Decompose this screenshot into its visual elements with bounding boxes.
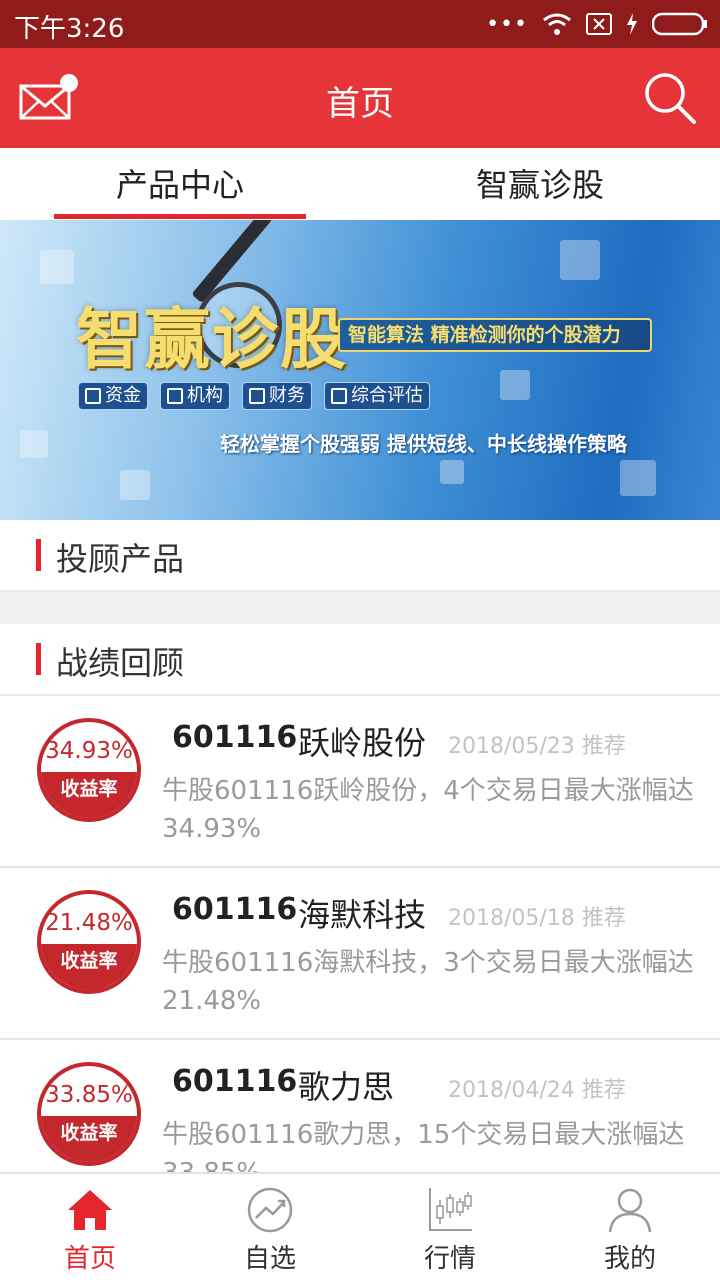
- yield-label: 收益率: [41, 944, 137, 990]
- building-icon: [167, 388, 183, 404]
- record-description: 牛股601116跃岭股份，4个交易日最大涨幅达34.93%: [162, 776, 694, 844]
- money-icon: [85, 388, 101, 404]
- chart-icon: [249, 388, 265, 404]
- segment-tabs: 产品中心 智赢诊股: [0, 148, 720, 220]
- recommend-meta: 2018/04/24 推荐: [448, 1072, 626, 1104]
- candlestick-icon: [429, 1188, 472, 1231]
- status-bar: 下午3:26 •••: [0, 0, 720, 48]
- banner-deco: [440, 460, 464, 484]
- banner-tag: 机构: [160, 382, 230, 410]
- charging-icon: [627, 13, 637, 35]
- section-accent-bar: [36, 643, 41, 675]
- section-title: 战绩回顾: [56, 644, 185, 682]
- banner-deco: [560, 240, 600, 280]
- section-gap: [0, 592, 720, 624]
- yield-badge: 21.48% 收益率: [37, 890, 141, 994]
- banner-tag: 综合评估: [324, 382, 430, 410]
- status-icons: •••: [486, 10, 708, 38]
- recommend-tag: 推荐: [581, 1078, 626, 1103]
- yield-badge: 33.85% 收益率: [37, 1062, 141, 1166]
- banner-tag: 资金: [78, 382, 148, 410]
- yield-label: 收益率: [41, 772, 137, 818]
- stock-code: 601116: [172, 720, 298, 755]
- recommend-date: 2018/04/24: [448, 1078, 575, 1103]
- search-button[interactable]: [642, 70, 698, 126]
- yield-badge: 34.93% 收益率: [37, 718, 141, 822]
- page-title: 首页: [326, 84, 394, 124]
- banner-slogan: 智能算法 精准检测你的个股潜力: [338, 318, 652, 352]
- home-icon: [68, 1190, 112, 1230]
- record-description: 牛股601116海默科技，3个交易日最大涨幅达21.48%: [162, 948, 694, 1016]
- banner-deco: [20, 430, 48, 458]
- sim-off-icon: [586, 13, 612, 35]
- section-header-review: 战绩回顾: [0, 624, 720, 694]
- tab-smart-diagnosis[interactable]: 智赢诊股: [360, 148, 720, 220]
- recommend-date: 2018/05/23: [448, 734, 575, 759]
- yield-rate: 21.48%: [45, 910, 133, 936]
- tab-product-center[interactable]: 产品中心: [0, 148, 360, 220]
- stock-code: 601116: [172, 1064, 298, 1099]
- list-item[interactable]: 21.48% 收益率 601116 海默科技 2018/05/18 推荐 牛股6…: [0, 868, 720, 1040]
- banner-deco: [620, 460, 656, 496]
- nav-label: 自选: [243, 1244, 296, 1274]
- stock-name: 歌力思: [298, 1068, 395, 1106]
- nav-item-home[interactable]: 首页: [0, 1174, 180, 1280]
- banner-tag-label: 财务: [269, 385, 305, 406]
- section-header-advisor: 投顾产品: [0, 520, 720, 590]
- wifi-icon: [543, 13, 571, 35]
- banner-description: 轻松掌握个股强弱 提供短线、中长线操作策略: [220, 432, 627, 456]
- nav-label: 行情: [423, 1244, 476, 1274]
- wave-icon: [331, 388, 347, 404]
- status-time: 下午3:26: [14, 14, 125, 44]
- promo-banner[interactable]: 智赢诊股 智能算法 精准检测你的个股潜力 资金 机构 财务 综合评估 轻松掌握个…: [0, 220, 720, 520]
- stock-name: 跃岭股份: [298, 724, 427, 762]
- list-item[interactable]: 34.93% 收益率 601116 跃岭股份 2018/05/23 推荐 牛股6…: [0, 696, 720, 868]
- nav-item-market[interactable]: 行情: [360, 1174, 540, 1280]
- section-title: 投顾产品: [56, 540, 185, 578]
- banner-tags: 资金 机构 财务 综合评估: [78, 382, 430, 410]
- more-dots-icon: •••: [486, 11, 528, 37]
- stock-code: 601116: [172, 892, 298, 927]
- recommend-tag: 推荐: [581, 906, 626, 931]
- banner-tag-label: 资金: [105, 385, 141, 406]
- banner-title: 智赢诊股: [76, 301, 348, 378]
- banner-deco: [40, 250, 74, 284]
- nav-label: 我的: [603, 1244, 656, 1274]
- banner-tag: 财务: [242, 382, 312, 410]
- recommend-meta: 2018/05/18 推荐: [448, 900, 626, 932]
- search-icon: [645, 73, 696, 124]
- banner-tag-label: 机构: [187, 385, 223, 406]
- person-icon: [608, 1188, 652, 1233]
- yield-rate: 33.85%: [45, 1082, 133, 1108]
- nav-label: 首页: [63, 1244, 116, 1274]
- stock-name: 海默科技: [298, 896, 427, 934]
- bottom-nav: 首页 自选 行情 我的: [0, 1172, 720, 1280]
- nav-item-mine[interactable]: 我的: [540, 1174, 720, 1280]
- app-header: 首页: [0, 48, 720, 148]
- yield-rate: 34.93%: [45, 738, 133, 764]
- tab-active-indicator: [54, 214, 306, 219]
- trend-icon: [247, 1187, 293, 1233]
- banner-deco: [120, 470, 150, 500]
- banner-tag-label: 综合评估: [351, 385, 423, 406]
- nav-item-watchlist[interactable]: 自选: [180, 1174, 360, 1280]
- battery-icon: [652, 12, 707, 36]
- section-accent-bar: [36, 539, 41, 571]
- recommend-tag: 推荐: [581, 734, 626, 759]
- yield-label: 收益率: [41, 1116, 137, 1162]
- banner-deco: [500, 370, 530, 400]
- recommend-date: 2018/05/18: [448, 906, 575, 931]
- recommend-meta: 2018/05/23 推荐: [448, 728, 626, 760]
